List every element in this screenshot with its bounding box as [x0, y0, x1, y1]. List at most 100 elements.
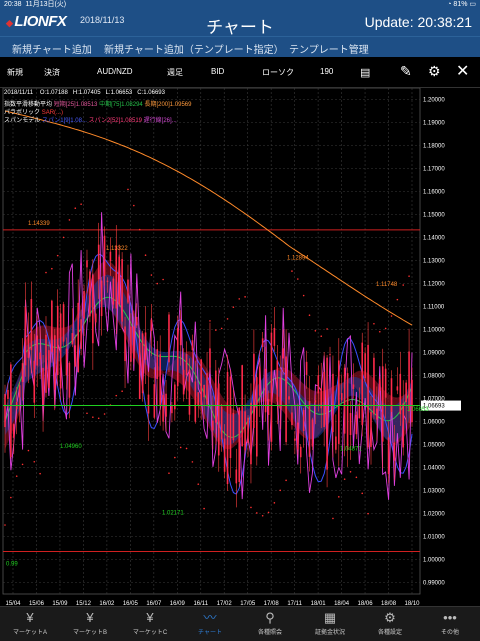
tab-market-a[interactable]: ¥ マーケットA [0, 607, 60, 641]
candle-body [92, 275, 94, 344]
candle-body [162, 395, 164, 422]
currency-pair-select[interactable]: AUD/NZD [97, 67, 133, 76]
parabolic-sar-dot [267, 511, 270, 514]
candle-body [7, 389, 9, 399]
parabolic-sar-dot [384, 327, 387, 330]
parabolic-sar-dot [144, 254, 147, 257]
candle-body [276, 360, 279, 402]
price-annotation: 1.12894 [287, 255, 309, 261]
parabolic-sar-dot [51, 267, 53, 270]
candle-body [279, 377, 282, 409]
period-select[interactable]: 週足 [167, 67, 183, 78]
candle-body [59, 313, 62, 389]
lionfx-logo: ◆ LIONFX [6, 13, 67, 30]
candle-body [21, 363, 24, 382]
price-annotation: 1.02171 [162, 511, 184, 517]
parabolic-sar-dot [373, 322, 375, 325]
parabolic-sar-dot [238, 298, 241, 300]
gear-icon[interactable]: ⚙ [428, 63, 441, 80]
price-annotation: 1.11748 [376, 282, 398, 288]
tab-margin-status[interactable]: ▦ 証拠金状況 [300, 607, 360, 641]
price-annotation: 1.04871 [340, 446, 362, 452]
y-tick-label: 1.18000 [423, 144, 445, 150]
candle-body [144, 332, 147, 360]
candle-body [384, 368, 387, 398]
bar-count-select[interactable]: 190 [320, 67, 333, 76]
candle-body [89, 271, 91, 317]
add-chart-template-button[interactable]: 新規チャート追加（テンプレート指定） [104, 41, 284, 56]
chart-menu: 新規チャート追加 新規チャート追加（テンプレート指定） テンプレート管理 [0, 36, 480, 58]
candle-body [159, 354, 161, 407]
parabolic-sar-dot [121, 390, 123, 393]
candle-body [229, 376, 232, 458]
parabolic-sar-dot [45, 271, 47, 274]
span-legend: スパンモデル スパン1[9]1.08... スパン2[52]1.08519 遅行… [4, 118, 177, 124]
candle-body [329, 354, 331, 355]
y-tick-label: 1.19000 [423, 121, 445, 127]
flag-icon: ◆ [6, 18, 13, 28]
price-chart[interactable]: 1.20000 1.19000 1.18000 1.17000 1.16000 1.150… [0, 87, 480, 607]
candle-body [305, 361, 308, 375]
candle-body [212, 420, 214, 431]
candle-body [258, 366, 261, 396]
tab-chart[interactable]: 〰チャート [180, 607, 240, 641]
document-icon[interactable]: ▤ [360, 66, 370, 79]
parabolic-sar-dot [191, 461, 194, 463]
update-time[interactable]: Update: 20:38:21 [365, 14, 472, 30]
candle-body [381, 366, 384, 442]
y-tick-label: 1.16000 [423, 190, 445, 196]
calculator-icon: ▦ [323, 610, 337, 625]
tab-settings[interactable]: ⚙ 各種設定 [360, 607, 420, 641]
candle-body [387, 437, 390, 475]
candle-body [308, 400, 311, 457]
parabolic-sar-dot [209, 320, 211, 322]
parabolic-sar-dot [215, 329, 217, 331]
candle-body [106, 280, 109, 282]
search-icon: ⚲ [265, 610, 275, 625]
parabolic-sar-dot [220, 327, 223, 330]
candle-body [220, 406, 223, 440]
tab-inquiry[interactable]: ⚲ 各種照会 [240, 607, 300, 641]
tab-market-c[interactable]: ¥ マーケットC [120, 607, 180, 641]
bottom-tab-bar: ¥ マーケットA ¥ マーケットB ¥ マーケットC 〰チャート ⚲ 各種照会 ▦ 証拠金… [0, 606, 480, 641]
chart-type-select[interactable]: ローソク [262, 67, 294, 78]
status-time: 20:38 11月13日(火) [4, 1, 67, 8]
candle-body [45, 334, 47, 393]
candle-body [97, 244, 100, 280]
candle-body [390, 378, 393, 412]
candle-body [39, 352, 41, 360]
candle-body [203, 385, 205, 398]
y-tick-label: 1.11000 [423, 305, 445, 311]
parabolic-sar-dot [232, 306, 235, 309]
tab-other[interactable]: ••• その他 [420, 607, 480, 641]
add-chart-button[interactable]: 新規チャート追加 [12, 41, 92, 56]
candle-body [402, 403, 405, 448]
pencil-icon[interactable]: ✎ [400, 63, 412, 80]
candle-body [194, 381, 197, 422]
candle-body [62, 304, 65, 342]
candle-body [18, 385, 21, 398]
chart-canvas[interactable]: 1.20000 1.19000 1.18000 1.17000 1.16000 1.150… [0, 87, 480, 607]
yen-icon: ¥ [146, 610, 154, 625]
candle-body [33, 360, 36, 403]
close-icon[interactable]: ✕ [456, 61, 469, 81]
parabolic-sar-dot [4, 524, 6, 526]
parabolic-sar-dot [203, 507, 205, 510]
candle-body [65, 348, 68, 376]
candle-body [206, 373, 208, 405]
tab-market-b[interactable]: ¥ マーケットB [60, 607, 120, 641]
more-icon: ••• [443, 610, 457, 625]
y-tick-label: 1.01000 [423, 535, 445, 541]
candle-body [200, 359, 202, 407]
candle-body [378, 378, 381, 391]
bid-ask-select[interactable]: BID [211, 67, 224, 76]
new-order-button[interactable]: 新規 [7, 67, 23, 78]
parabolic-sar-dot [250, 506, 252, 509]
parabolic-sar-dot [302, 294, 305, 297]
template-manage-button[interactable]: テンプレート管理 [289, 41, 369, 56]
candle-body [349, 413, 352, 435]
candle-body [273, 327, 276, 346]
settle-button[interactable]: 決済 [44, 67, 60, 78]
y-tick-label: 1.02000 [423, 512, 445, 518]
y-tick-label: 1.06000 [423, 420, 445, 426]
